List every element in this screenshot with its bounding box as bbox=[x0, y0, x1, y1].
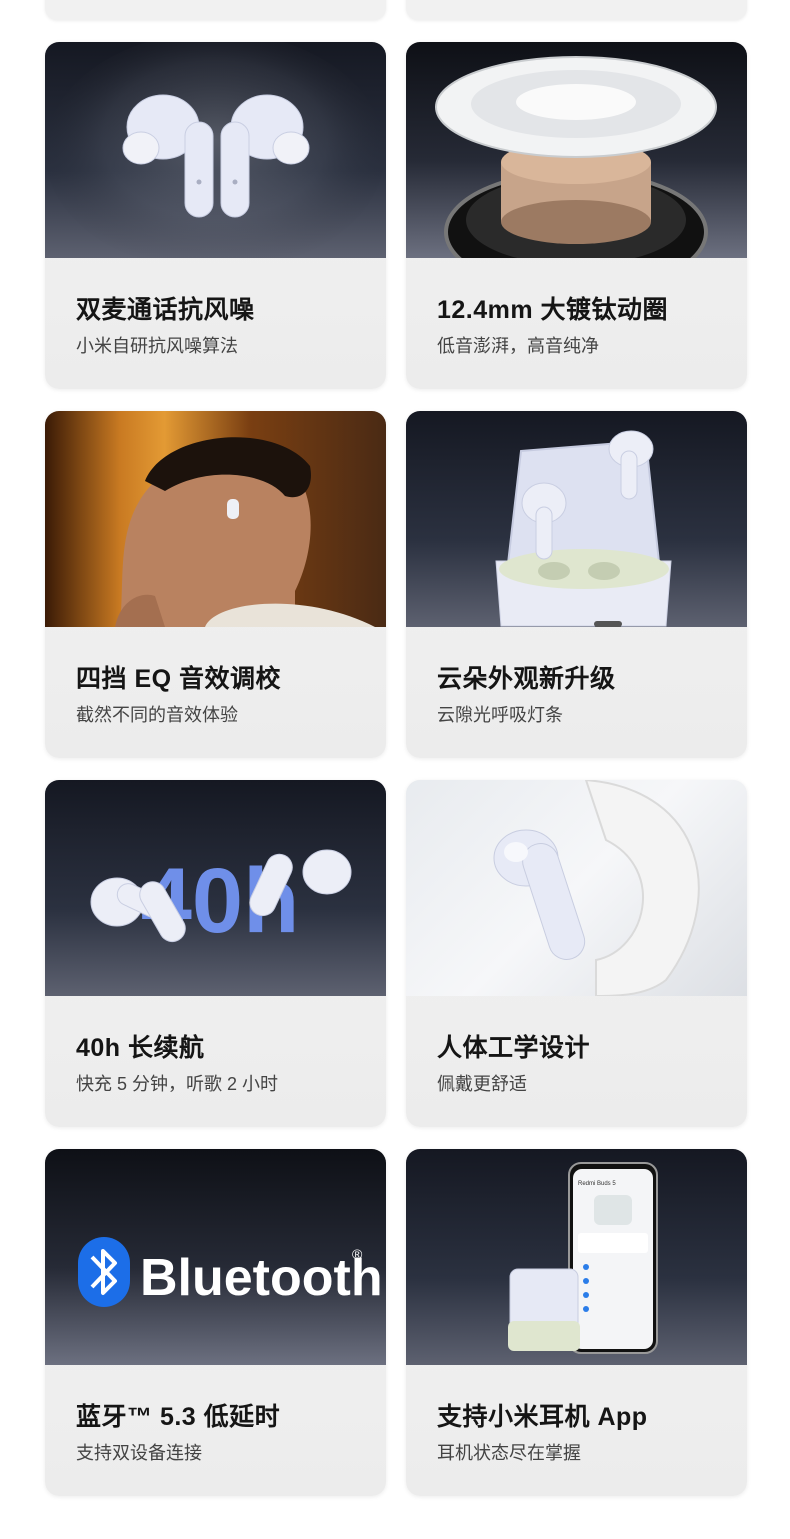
card-subtitle: 云隙光呼吸灯条 bbox=[437, 705, 563, 725]
bluetooth-wordmark: Bluetooth bbox=[140, 1249, 383, 1307]
feature-card-driver[interactable]: 12.4mm 大镀钛动圈 低音澎湃，高音纯净 bbox=[406, 42, 747, 389]
card-subtitle: 小米自研抗风噪算法 bbox=[76, 336, 238, 356]
registered-mark: ® bbox=[352, 1246, 363, 1262]
phone-app-title: Redmi Buds 5 bbox=[578, 1181, 616, 1187]
partial-card-right bbox=[406, 0, 747, 20]
card-title: 人体工学设计 bbox=[437, 1034, 591, 1062]
card-title: 40h 长续航 bbox=[76, 1034, 205, 1062]
card-subtitle: 快充 5 分钟，听歌 2 小时 bbox=[76, 1074, 279, 1094]
card-subtitle: 低音澎湃，高音纯净 bbox=[437, 336, 599, 356]
feature-card-app[interactable]: Redmi Buds 5 支持小米耳机 App 耳机状态尽在掌握 bbox=[406, 1149, 747, 1496]
battery-image: 40h bbox=[45, 780, 386, 996]
partial-card-left bbox=[45, 0, 386, 20]
bluetooth-logo-icon bbox=[78, 1237, 130, 1307]
ear-image bbox=[406, 780, 747, 996]
card-title: 12.4mm 大镀钛动圈 bbox=[437, 296, 669, 324]
feature-card-ergonomic[interactable]: 人体工学设计 佩戴更舒适 bbox=[406, 780, 747, 1127]
feature-card-eq[interactable]: 四挡 EQ 音效调校 截然不同的音效体验 bbox=[45, 411, 386, 758]
card-subtitle: 截然不同的音效体验 bbox=[76, 705, 238, 725]
card-title: 云朵外观新升级 bbox=[437, 665, 616, 693]
bluetooth-image: Bluetooth ® bbox=[45, 1149, 386, 1365]
card-subtitle: 支持双设备连接 bbox=[76, 1443, 202, 1463]
card-title: 四挡 EQ 音效调校 bbox=[76, 665, 282, 693]
card-title: 支持小米耳机 App bbox=[437, 1403, 648, 1431]
feature-card-design[interactable]: 云朵外观新升级 云隙光呼吸灯条 bbox=[406, 411, 747, 758]
feature-card-battery[interactable]: 40h 40h 长续航 快充 5 分钟，听歌 2 小时 bbox=[45, 780, 386, 1127]
card-subtitle: 佩戴更舒适 bbox=[437, 1074, 527, 1094]
man-listening-image bbox=[45, 411, 386, 627]
earbuds-image bbox=[45, 42, 386, 258]
driver-image bbox=[406, 42, 747, 258]
feature-card-dual-mic[interactable]: 双麦通话抗风噪 小米自研抗风噪算法 bbox=[45, 42, 386, 389]
charging-case-image bbox=[406, 411, 747, 627]
feature-card-bluetooth[interactable]: Bluetooth ® 蓝牙™ 5.3 低延时 支持双设备连接 bbox=[45, 1149, 386, 1496]
card-title: 蓝牙™ 5.3 低延时 bbox=[76, 1403, 281, 1431]
card-title: 双麦通话抗风噪 bbox=[76, 296, 255, 324]
phone-app-image: Redmi Buds 5 bbox=[406, 1149, 747, 1365]
card-subtitle: 耳机状态尽在掌握 bbox=[437, 1443, 581, 1463]
